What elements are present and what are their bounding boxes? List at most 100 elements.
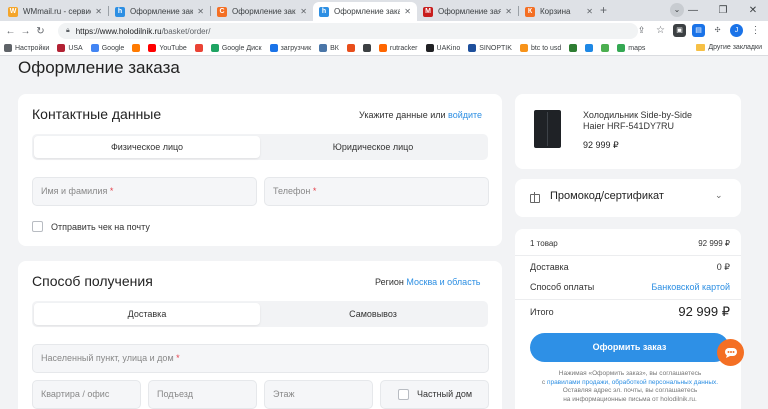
- forward-icon[interactable]: →: [18, 26, 33, 37]
- product-card: Холодильник Side-by-Side Haier HRF-541DY…: [515, 94, 741, 169]
- chevron-down-icon[interactable]: ⌄: [715, 190, 723, 201]
- extension-icon[interactable]: ▤: [692, 24, 705, 37]
- bookmark-item[interactable]: [132, 44, 143, 52]
- address-field[interactable]: Населенный пункт, улица и дом *: [32, 344, 489, 373]
- tab-favicon-icon: К: [525, 6, 535, 17]
- close-window-icon[interactable]: ✕: [738, 0, 768, 21]
- summary-delivery-row: Доставка 0 ₽: [530, 262, 730, 273]
- bookmark-item[interactable]: [569, 44, 580, 52]
- bookmark-favicon-icon: [617, 44, 626, 52]
- browser-tab[interactable]: M Оформление заявки ✕: [417, 2, 518, 21]
- payment-method-link[interactable]: Банковской картой: [651, 282, 730, 292]
- bookmark-item[interactable]: [194, 44, 206, 52]
- chat-widget-icon[interactable]: [717, 339, 744, 366]
- bookmark-favicon-icon: [569, 44, 578, 52]
- bookmark-item[interactable]: [362, 44, 374, 52]
- back-icon[interactable]: ←: [3, 26, 18, 37]
- extensions-puzzle-icon[interactable]: ✣: [711, 24, 724, 37]
- private-house-option[interactable]: Частный дом: [380, 380, 489, 409]
- bookmark-favicon-icon: [132, 44, 141, 52]
- bookmark-favicon-icon: [57, 44, 66, 52]
- bookmark-item[interactable]: SINOPTIK: [468, 44, 512, 52]
- place-order-button[interactable]: Оформить заказ: [530, 333, 729, 362]
- send-receipt-option[interactable]: Отправить чек на почту: [32, 221, 150, 232]
- close-tab-icon[interactable]: ✕: [300, 7, 307, 16]
- bookmark-item[interactable]: UAKino: [425, 44, 460, 52]
- close-tab-icon[interactable]: ✕: [505, 7, 512, 16]
- other-bookmarks[interactable]: Другие закладки: [696, 44, 762, 51]
- bookmark-label: Google: [101, 44, 125, 52]
- legal-notice: Нажимая «Оформить заказ», вы соглашаетес…: [541, 370, 719, 403]
- browser-tab[interactable]: W WMmail.ru - сервис по ✕: [2, 2, 108, 21]
- contacts-card: Контактные данные Укажите данные или вой…: [18, 94, 502, 246]
- url-path: /basket/order/: [161, 26, 211, 36]
- bookmark-favicon-icon: [319, 44, 328, 52]
- bookmark-item[interactable]: Google: [90, 44, 125, 52]
- address-bar[interactable]: 🔒︎ https://www.holodilnik.ru/basket/orde…: [58, 23, 638, 39]
- browser-tab[interactable]: C Оформление заказа ✕: [211, 2, 313, 21]
- product-price: 92 999 ₽: [583, 140, 619, 150]
- floor-field[interactable]: Этаж: [264, 380, 373, 409]
- reload-icon[interactable]: ↻: [33, 26, 48, 37]
- bookmark-label: SINOPTIK: [479, 44, 512, 52]
- bookmark-item[interactable]: USA: [57, 44, 83, 52]
- promo-card[interactable]: Промокод/сертификат ⌄: [515, 179, 741, 217]
- summary-payment-row: Способ оплаты Банковской картой: [530, 282, 730, 292]
- browser-tab[interactable]: К Корзина ✕: [519, 2, 599, 21]
- maximize-icon[interactable]: ❐: [708, 0, 738, 21]
- close-tab-icon[interactable]: ✕: [95, 7, 102, 16]
- bookmark-item[interactable]: [585, 44, 596, 52]
- total-value: 92 999 ₽: [678, 304, 730, 319]
- bookmark-label: rutracker: [389, 44, 418, 52]
- bookmark-favicon-icon: [194, 44, 203, 52]
- bookmark-item[interactable]: YouTube: [148, 44, 187, 52]
- bookmark-label: загрузчик: [280, 44, 312, 52]
- bookmark-item[interactable]: [346, 44, 358, 52]
- close-tab-icon[interactable]: ✕: [586, 7, 593, 16]
- product-name[interactable]: Холодильник Side-by-Side Haier HRF-541DY…: [583, 110, 703, 132]
- share-icon[interactable]: ⇪: [635, 24, 648, 37]
- profile-avatar-icon[interactable]: J: [730, 24, 743, 37]
- contacts-title: Контактные данные: [32, 106, 162, 122]
- bookmark-item[interactable]: btc to usd: [519, 44, 561, 52]
- close-tab-icon[interactable]: ✕: [404, 7, 411, 16]
- bookmark-item[interactable]: [601, 44, 612, 52]
- product-image[interactable]: [534, 110, 561, 148]
- tab-favicon-icon: h: [115, 6, 125, 17]
- extension-icon[interactable]: ▣: [673, 24, 686, 37]
- name-field[interactable]: Имя и фамилия *: [32, 177, 257, 206]
- browser-tab-active[interactable]: h Оформление заказа | и ✕: [313, 2, 417, 21]
- page-title: Оформление заказа: [18, 58, 180, 77]
- delivery-method-switch: Доставка Самовывоз: [32, 301, 488, 327]
- apartment-field[interactable]: Квартира / офис: [32, 380, 141, 409]
- minimize-icon[interactable]: —: [678, 0, 708, 21]
- close-tab-icon[interactable]: ✕: [197, 7, 204, 16]
- new-tab-icon[interactable]: +: [600, 3, 607, 17]
- bookmark-favicon-icon: [4, 44, 12, 52]
- tab-individual[interactable]: Физическое лицо: [34, 136, 260, 158]
- tab-title: Оформление заявки: [438, 7, 502, 16]
- entrance-field[interactable]: Подъезд: [148, 380, 257, 409]
- browser-menu-icon[interactable]: ⋮: [749, 24, 762, 37]
- phone-field[interactable]: Телефон *: [264, 177, 489, 206]
- region-link[interactable]: Москва и область: [406, 277, 480, 287]
- browser-tab[interactable]: h Оформление заказа | и ✕: [109, 2, 210, 21]
- bookmark-item[interactable]: загрузчик: [269, 44, 312, 52]
- bookmark-item[interactable]: ВК: [319, 44, 339, 52]
- bookmark-item[interactable]: Настройки: [4, 44, 49, 52]
- tab-title: Оформление заказа | и: [130, 7, 194, 16]
- terms-link[interactable]: правилами продажи, обработкой персональн…: [547, 379, 718, 386]
- bookmark-favicon-icon: [519, 44, 528, 52]
- tab-legal-entity[interactable]: Юридическое лицо: [260, 136, 486, 158]
- bookmark-star-icon[interactable]: ☆: [654, 24, 667, 37]
- summary-items-row: 1 товар 92 999 ₽: [530, 239, 730, 248]
- tab-delivery[interactable]: Доставка: [34, 303, 260, 325]
- bookmark-label: YouTube: [159, 44, 187, 52]
- login-link[interactable]: войдите: [448, 110, 482, 120]
- bookmark-item[interactable]: Google Диск: [210, 44, 262, 52]
- bookmark-item[interactable]: rutracker: [378, 44, 418, 52]
- send-receipt-checkbox[interactable]: [32, 221, 43, 232]
- bookmark-item[interactable]: maps: [617, 44, 645, 52]
- private-house-checkbox[interactable]: [398, 389, 409, 400]
- tab-pickup[interactable]: Самовывоз: [260, 303, 486, 325]
